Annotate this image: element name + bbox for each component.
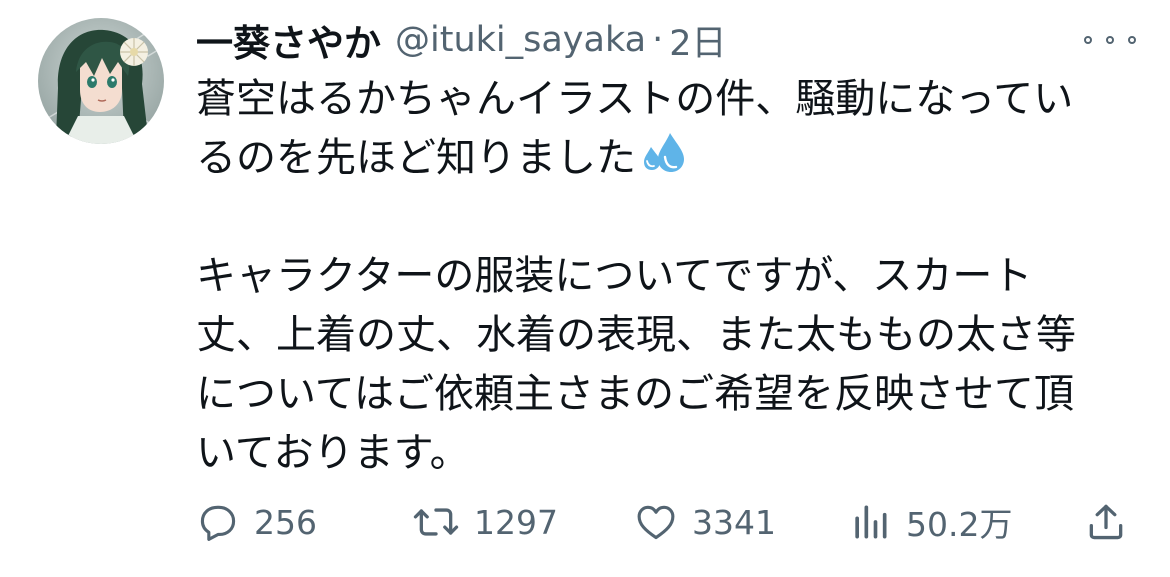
reply-count: 256 (254, 502, 317, 542)
tweet-text-line-with-emoji: るのを先ほど知りました (196, 129, 1146, 188)
tweet-text-line: るのを先ほど知りました (196, 135, 636, 181)
tweet-text-line: キャラクターの服装についてですが、スカート (196, 253, 1033, 299)
sweat-droplets-icon (640, 131, 686, 194)
retweet-button[interactable]: 1297 (412, 490, 558, 554)
share-icon (1084, 500, 1128, 544)
tweet-header: 一葵さやか @ituki_sayaka · 2日 (196, 14, 727, 66)
more-options-icon[interactable] (1084, 22, 1136, 58)
tweet-actions: 256 1297 3341 50.2万 (0, 490, 1170, 554)
tweet-text-line: いております。 (196, 430, 470, 476)
retweet-count: 1297 (474, 502, 558, 542)
tweet-text: 蒼空はるかちゃんイラストの件、騒動になってい るのを先ほど知りました キャラクタ… (196, 70, 1146, 483)
like-button[interactable]: 3341 (634, 490, 776, 554)
tweet-timestamp[interactable]: 2日 (669, 15, 726, 66)
tweet-card[interactable]: 一葵さやか @ituki_sayaka · 2日 蒼空はるかちゃんイラストの件、… (0, 0, 1170, 577)
analytics-icon (848, 500, 892, 544)
tweet-text-blank-line (196, 188, 1146, 247)
author-display-name[interactable]: 一葵さやか (196, 13, 381, 67)
header-separator: · (652, 20, 664, 60)
tweet-text-line: 蒼空はるかちゃんイラストの件、騒動になってい (196, 76, 1074, 122)
heart-icon (634, 500, 678, 544)
tweet-text-line: についてはご依頼主さまのご希望を反映させて頂 (196, 371, 1074, 417)
more-dot (1106, 36, 1114, 44)
retweet-icon (412, 500, 460, 544)
reply-button[interactable]: 256 (196, 490, 317, 554)
share-button[interactable] (1084, 490, 1128, 554)
author-handle[interactable]: @ituki_sayaka (395, 20, 646, 60)
avatar[interactable] (38, 18, 164, 144)
more-dot (1084, 36, 1092, 44)
reply-icon (196, 500, 240, 544)
like-count: 3341 (692, 502, 776, 542)
views-count: 50.2万 (906, 505, 1013, 544)
tweet-text-line: 丈、上着の丈、水着の表現、また太ももの太さ等 (196, 312, 1076, 358)
views-button[interactable]: 50.2万 (848, 490, 1012, 554)
more-dot (1128, 36, 1136, 44)
